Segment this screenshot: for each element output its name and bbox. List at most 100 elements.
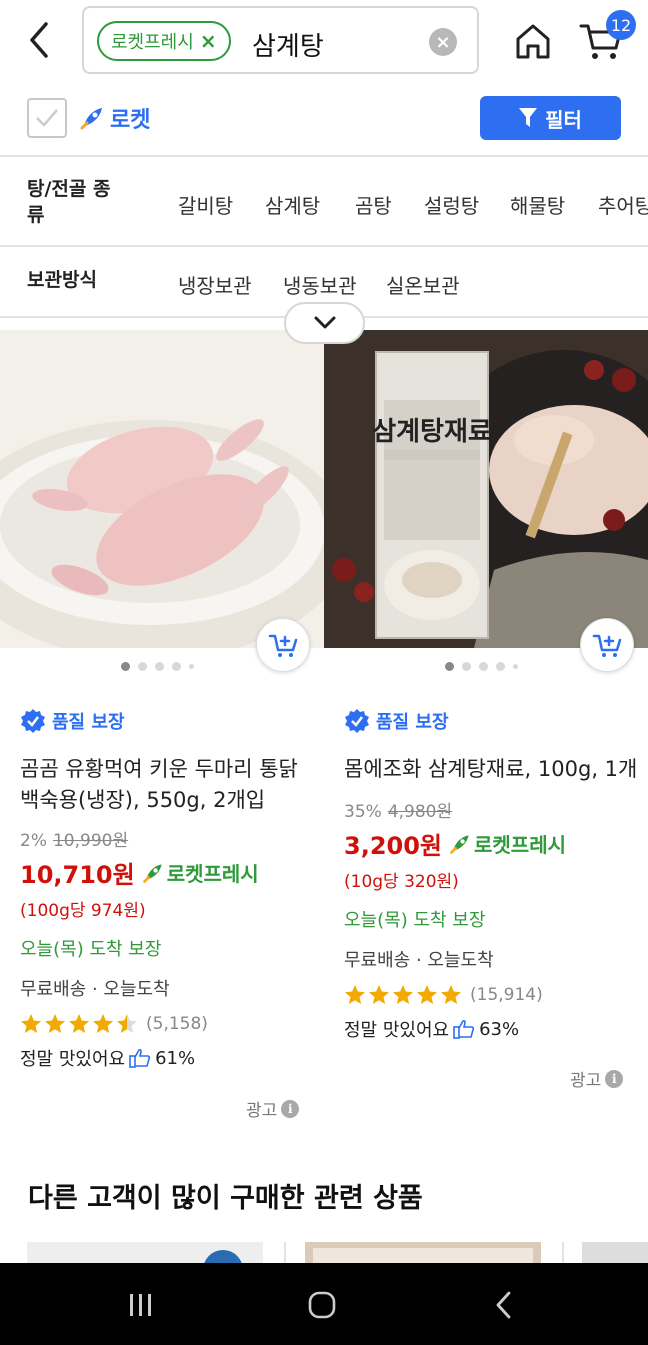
star-icon [417,985,437,1004]
soup-option-samgyetang[interactable]: 삼계탕 [265,190,320,219]
rocket-fresh-label: 로켓프레시 [474,833,566,857]
sale-price: 10,710원 [20,861,135,889]
home-nav-button[interactable] [302,1287,342,1323]
shipping-info: 무료배송 · 오늘도착 [20,979,170,1000]
rating-stars [344,984,462,1006]
unit-price: (10g당 320원) [344,872,459,892]
rocket-icon [142,863,162,883]
sale-price: 3,200원 [344,832,442,860]
rocket-fresh-badge: 로켓프레시 [141,858,259,887]
soup-option-seolleongtang[interactable]: 설렁탕 [424,190,479,219]
storage-title: 보관방식 [27,269,97,291]
soup-type-filter: 탕/전골 종류 갈비탕 삼계탕 곰탕 설렁탕 해물탕 추어탕 [0,157,648,245]
home-button[interactable] [512,20,554,62]
rocket-fresh-badge: 로켓프레시 [448,829,566,858]
quality-label: 품질 보장 [52,712,125,733]
product-info: 품질 보장 곰곰 유황먹여 키운 두마리 통닭 백숙용(냉장), 550g, 2… [20,708,320,1071]
original-price: 4,980원 [387,802,453,822]
ad-text: 광고 [570,1071,602,1091]
soup-option-haemultang[interactable]: 해물탕 [510,190,565,219]
price-line: 10,710원 로켓프레시 [20,855,320,890]
rating-count: (15,914) [470,985,543,1005]
shipping-info: 무료배송 · 오늘도착 [344,950,494,971]
discount-rate: 2% [20,831,47,851]
ad-text: 광고 [246,1101,278,1121]
samgyetang-package-image: 삼계탕재료 [324,330,648,648]
add-cart-icon [592,634,622,657]
unit-price: (100g당 974원) [20,901,146,921]
image-carousel-dots [445,662,518,671]
storage-option-fridge[interactable]: 냉장보관 [178,270,252,299]
filter-button-label: 필터 [545,107,582,132]
system-navigation-bar [0,1263,648,1345]
collapse-filters-button[interactable] [284,302,365,344]
star-icon [345,985,365,1004]
product-title[interactable]: 곰곰 유황먹여 키운 두마리 통닭 백숙용(냉장), 550g, 2개입 [20,754,320,816]
quality-badge: 품질 보장 [20,708,320,734]
chip-close-icon[interactable]: × [200,29,217,53]
product-info: 품질 보장 몸에조화 삼계탕재료, 100g, 1개 35% 4,980원 3,2… [344,708,644,1042]
rocket-checkbox[interactable] [27,98,67,138]
info-icon: i [281,1099,300,1118]
back-button[interactable] [22,20,58,60]
rocket-fresh-label: 로켓프레시 [166,862,259,886]
cart-count-badge: 12 [606,10,636,40]
original-price: 10,990원 [52,831,129,851]
star-icon [441,985,461,1004]
add-to-cart-button[interactable] [580,618,634,672]
search-query[interactable]: 삼계탕 [252,26,324,63]
image-carousel-dots [121,662,194,671]
filter-button[interactable]: 필터 [480,96,621,140]
whole-chickens-image [0,330,324,648]
info-icon: i [605,1069,624,1088]
soup-option-gomtang[interactable]: 곰탕 [355,190,392,219]
soup-option-chueotang[interactable]: 추어탕 [598,190,648,219]
related-product-thumb[interactable] [582,1242,648,1264]
clear-search-icon[interactable]: × [429,28,457,56]
recent-apps-icon [130,1294,151,1316]
recent-apps-button[interactable] [121,1287,161,1323]
chip-label: 로켓프레시 [111,32,194,53]
star-icon [93,1014,113,1033]
star-icon [45,1014,65,1033]
ad-label[interactable]: 광고 i [246,1096,300,1121]
star-icon [21,1014,41,1033]
rating-stars [20,1013,138,1035]
product-title[interactable]: 몸에조화 삼계탕재료, 100g, 1개 [344,754,644,785]
star-icon [369,985,389,1004]
back-nav-button[interactable] [484,1287,524,1323]
rating-count: (5,158) [146,1014,208,1034]
storage-option-frozen[interactable]: 냉동보관 [283,270,357,299]
price-line: 3,200원 로켓프레시 [344,826,644,861]
review-percent: 61% [155,1047,196,1069]
rating-line: (15,914) [344,984,644,1006]
soup-option-galbitang[interactable]: 갈비탕 [178,190,233,219]
review-summary: 정말 맛있어요 61% [20,1045,320,1071]
star-icon [69,1014,89,1033]
product-image[interactable] [0,330,324,648]
home-icon [516,24,550,59]
arrival-guarantee: 오늘(목) 도착 보장 [344,910,486,931]
back-arrow-icon [30,22,48,58]
rocket-icon [80,108,102,130]
original-price-line: 35% 4,980원 [344,797,644,822]
product-image[interactable]: 삼계탕재료 [324,330,648,648]
divider [284,1242,286,1264]
rocket-label-text: 로켓 [110,108,151,133]
rocket-label: 로켓 [78,102,150,134]
ad-label[interactable]: 광고 i [570,1066,624,1091]
original-price-line: 2% 10,990원 [20,826,320,851]
related-product-thumb[interactable] [27,1242,263,1264]
funnel-icon [519,108,538,127]
package-text: 삼계탕재료 [372,417,492,447]
home-circle-icon [308,1291,336,1319]
rocket-icon [450,834,469,854]
search-box[interactable]: 로켓프레시 × 삼계탕 × [82,6,479,74]
storage-option-room[interactable]: 실온보관 [386,270,460,299]
header: 로켓프레시 × 삼계탕 × 12 [0,0,648,84]
verified-badge-icon [21,709,45,733]
rocket-fresh-chip[interactable]: 로켓프레시 × [97,21,231,61]
review-percent: 63% [479,1018,520,1040]
add-to-cart-button[interactable] [256,618,310,672]
related-product-thumb[interactable] [305,1242,541,1264]
